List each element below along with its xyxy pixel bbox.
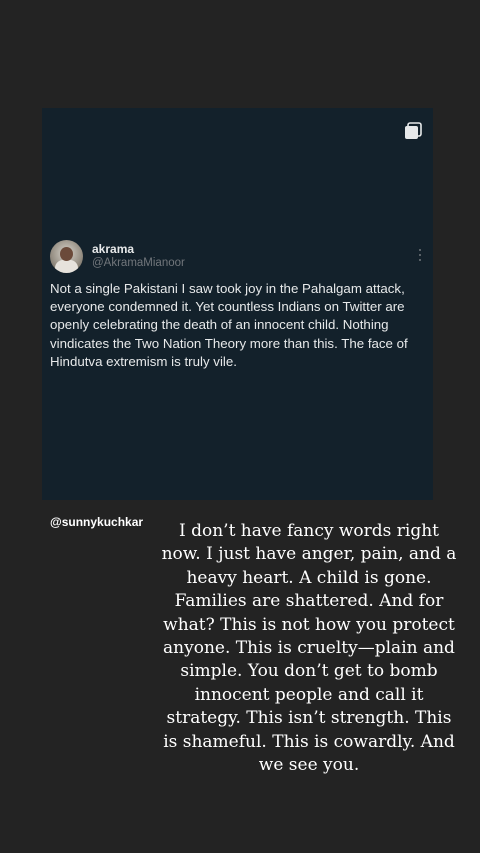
- story-screen: { "post": { "display_name": "akrama", "h…: [0, 0, 480, 853]
- post-display-name[interactable]: akrama: [92, 242, 134, 256]
- avatar[interactable]: [50, 240, 83, 273]
- shared-post-card[interactable]: akrama @AkramaMianoor Not a single Pakis…: [42, 108, 433, 500]
- avatar-body-shape: [55, 260, 78, 273]
- post-handle[interactable]: @AkramaMianoor: [92, 257, 185, 269]
- avatar-face-shape: [60, 247, 73, 261]
- story-mention[interactable]: @sunnykuchkar: [50, 515, 143, 529]
- more-options-icon[interactable]: [417, 248, 423, 262]
- post-text: Not a single Pakistani I saw took joy in…: [50, 281, 408, 369]
- multiple-images-icon: [405, 122, 422, 139]
- story-caption: I don’t have fancy words right now. I ju…: [161, 521, 457, 776]
